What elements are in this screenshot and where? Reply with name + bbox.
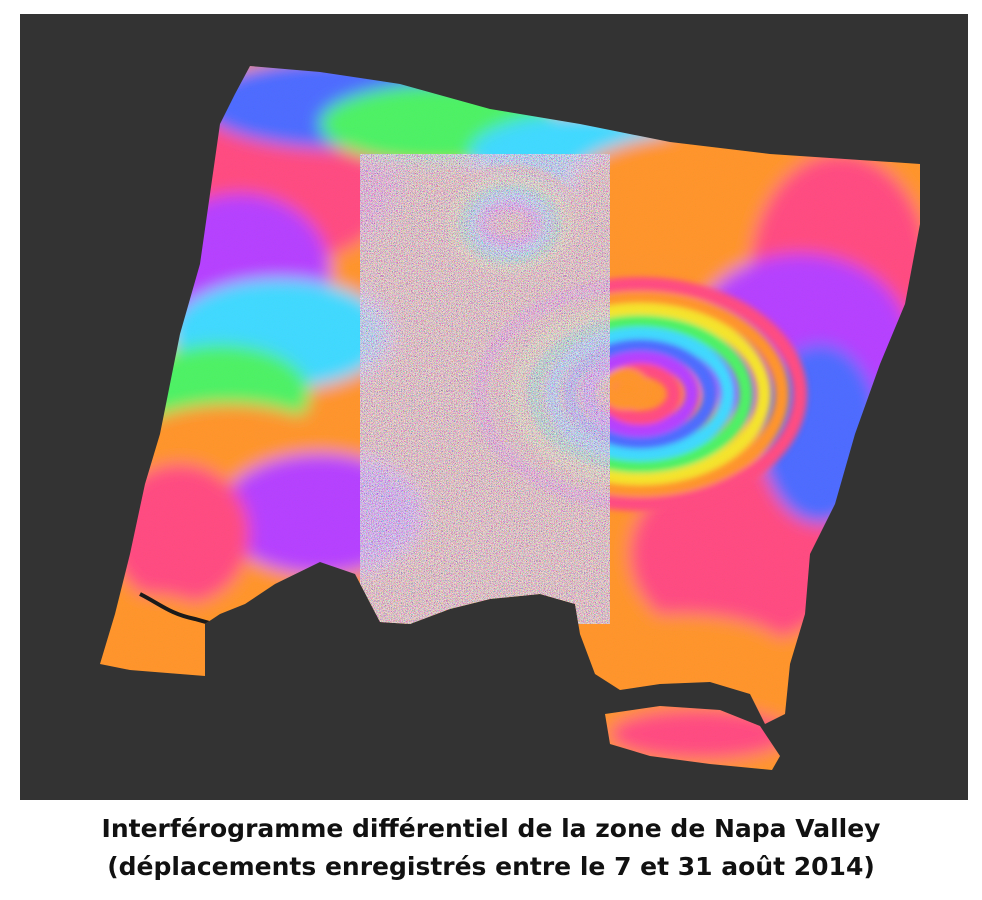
image-caption: Interférogramme différentiel de la zone …	[0, 810, 982, 886]
caption-line-1: Interférogramme différentiel de la zone …	[101, 814, 881, 843]
interferogram-image	[20, 14, 968, 800]
interferogram-svg	[20, 14, 968, 800]
caption-line-2: (déplacements enregistrés entre le 7 et …	[107, 852, 875, 881]
